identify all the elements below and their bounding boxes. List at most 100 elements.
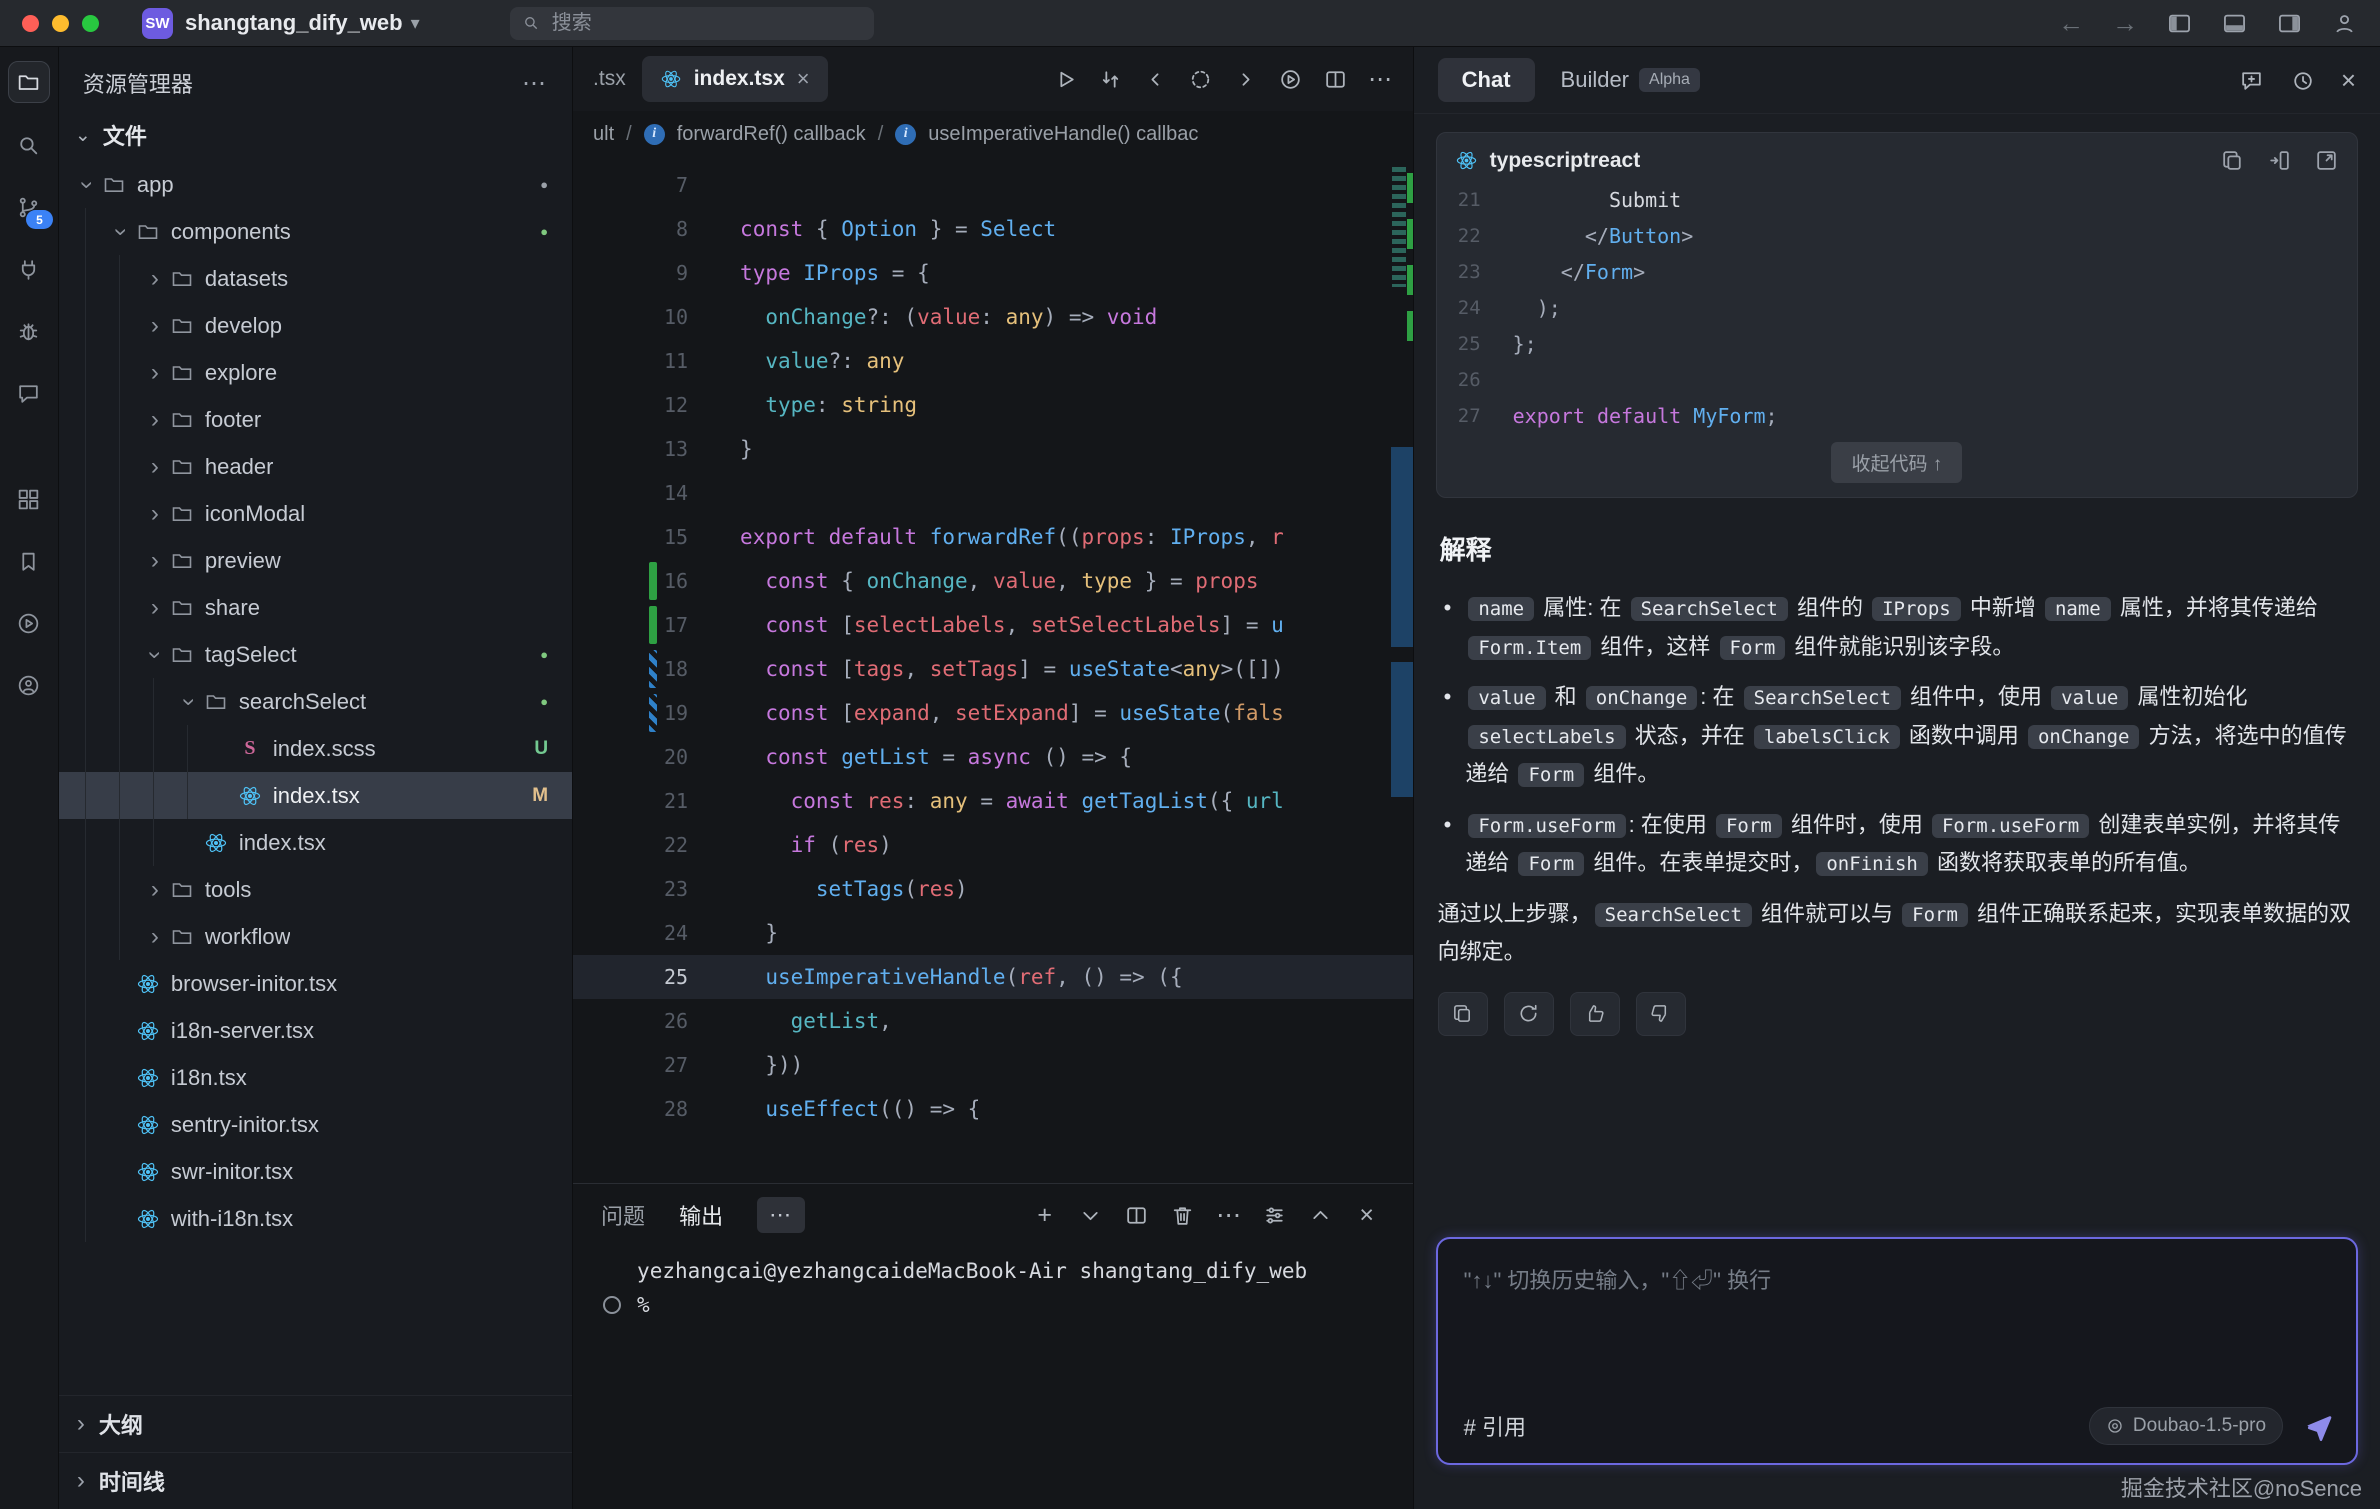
tree-item[interactable]: sentry-initor.tsx bbox=[59, 1101, 572, 1148]
copy-code-icon[interactable] bbox=[2220, 148, 2245, 173]
run-panel-icon[interactable] bbox=[9, 603, 49, 643]
breadcrumb-item[interactable]: ult bbox=[593, 123, 614, 146]
code-line[interactable]: 25}; bbox=[1437, 326, 2357, 362]
code-line[interactable]: 14 bbox=[573, 471, 1413, 515]
copy-message-icon[interactable] bbox=[1438, 992, 1488, 1036]
tab-chat[interactable]: Chat bbox=[1438, 58, 1535, 102]
tree-item[interactable]: ›workflow bbox=[59, 913, 572, 960]
minimize-window-button[interactable] bbox=[52, 15, 69, 32]
tree-item[interactable]: index.tsxM bbox=[59, 772, 572, 819]
send-icon[interactable] bbox=[2303, 1411, 2334, 1442]
close-panel-icon[interactable]: × bbox=[1349, 1197, 1385, 1233]
code-line[interactable]: 8const { Option } = Select bbox=[573, 207, 1413, 251]
source-control-icon[interactable]: 5 bbox=[9, 187, 49, 227]
tab-problems[interactable]: 问题 bbox=[601, 1199, 645, 1231]
new-terminal-icon[interactable]: + bbox=[1027, 1197, 1063, 1233]
code-line[interactable]: 28 useEffect(() => { bbox=[573, 1087, 1413, 1131]
code-line[interactable]: 9type IProps = { bbox=[573, 251, 1413, 295]
open-in-editor-icon[interactable] bbox=[2314, 148, 2339, 173]
code-line[interactable]: 21 const res: any = await getTagList({ u… bbox=[573, 779, 1413, 823]
debug-run-icon[interactable] bbox=[1272, 61, 1309, 98]
forward-icon[interactable]: → bbox=[2112, 8, 2138, 39]
tree-item[interactable]: ›tools bbox=[59, 866, 572, 913]
terminal-picker-chevron-icon[interactable] bbox=[1073, 1197, 1109, 1233]
back-icon[interactable]: ← bbox=[2058, 8, 2084, 39]
run-file-icon[interactable] bbox=[1047, 61, 1084, 98]
project-name[interactable]: shangtang_dify_web bbox=[185, 10, 403, 36]
code-line[interactable]: 20 const getList = async () => { bbox=[573, 735, 1413, 779]
code-line[interactable]: 27export default MyForm; bbox=[1437, 398, 2357, 434]
tab-output[interactable]: 输出 bbox=[679, 1199, 723, 1231]
code-line[interactable]: 21 Submit bbox=[1437, 182, 2357, 218]
insert-code-icon[interactable] bbox=[2267, 148, 2292, 173]
toggle-secondary-sidebar-icon[interactable] bbox=[2276, 10, 2303, 37]
code-line[interactable]: 15export default forwardRef((props: IPro… bbox=[573, 515, 1413, 559]
project-chevron-icon[interactable]: ▾ bbox=[411, 13, 420, 34]
tree-item[interactable]: ›develop bbox=[59, 302, 572, 349]
tree-item[interactable]: ›searchSelect● bbox=[59, 678, 572, 725]
breadcrumb-item[interactable]: forwardRef() callback bbox=[677, 123, 866, 146]
editor-more-icon[interactable]: ⋯ bbox=[1362, 61, 1399, 98]
panel-more-tabs-button[interactable]: ⋯ bbox=[757, 1197, 805, 1233]
tree-item[interactable]: ›app● bbox=[59, 161, 572, 208]
code-line[interactable]: 23 </Form> bbox=[1437, 254, 2357, 290]
account-icon[interactable] bbox=[2331, 10, 2358, 37]
code-line[interactable]: 18 const [tags, setTags] = useState<any>… bbox=[573, 647, 1413, 691]
timeline-section[interactable]: › 时间线 bbox=[59, 1452, 572, 1509]
search-input[interactable] bbox=[550, 11, 862, 36]
copilot-icon[interactable] bbox=[9, 665, 49, 705]
close-window-button[interactable] bbox=[22, 15, 39, 32]
comments-icon[interactable] bbox=[9, 373, 49, 413]
outline-section[interactable]: › 大纲 bbox=[59, 1395, 572, 1452]
tree-item[interactable]: ›share bbox=[59, 584, 572, 631]
tab-builder[interactable]: Builder Alpha bbox=[1561, 67, 1700, 93]
code-line[interactable]: 10 onChange?: (value: any) => void bbox=[573, 295, 1413, 339]
toggle-panel-icon[interactable] bbox=[2221, 10, 2248, 37]
code-line[interactable]: 22 </Button> bbox=[1437, 218, 2357, 254]
tree-item[interactable]: ›explore bbox=[59, 349, 572, 396]
close-assistant-icon[interactable]: × bbox=[2341, 65, 2356, 96]
trash-icon[interactable] bbox=[1165, 1197, 1201, 1233]
search-sidebar-icon[interactable] bbox=[9, 125, 49, 165]
code-line[interactable]: 27 })) bbox=[573, 1043, 1413, 1087]
code-line[interactable]: 26 getList, bbox=[573, 999, 1413, 1043]
debug-icon[interactable] bbox=[9, 311, 49, 351]
maximize-window-button[interactable] bbox=[82, 15, 99, 32]
remote-icon[interactable] bbox=[9, 249, 49, 289]
code-line[interactable]: 17 const [selectLabels, setSelectLabels]… bbox=[573, 603, 1413, 647]
tree-item[interactable]: swr-initor.tsx bbox=[59, 1148, 572, 1195]
split-terminal-icon[interactable] bbox=[1119, 1197, 1155, 1233]
code-line[interactable]: 7 bbox=[573, 163, 1413, 207]
new-chat-icon[interactable] bbox=[2239, 68, 2264, 93]
revert-change-icon[interactable] bbox=[1182, 61, 1219, 98]
reference-button[interactable]: # 引用 bbox=[1464, 1410, 1526, 1442]
tree-item[interactable]: browser-initor.tsx bbox=[59, 960, 572, 1007]
files-section-header[interactable]: ⌄ 文件 bbox=[59, 107, 572, 161]
code-line[interactable]: 16 const { onChange, value, type } = pro… bbox=[573, 559, 1413, 603]
tree-item[interactable]: ›datasets bbox=[59, 255, 572, 302]
open-changes-icon[interactable] bbox=[1092, 61, 1129, 98]
history-icon[interactable] bbox=[2290, 68, 2315, 93]
tree-item[interactable]: ›footer bbox=[59, 396, 572, 443]
model-selector[interactable]: Doubao-1.5-pro bbox=[2089, 1407, 2283, 1445]
panel-more-icon[interactable]: ⋯ bbox=[1211, 1197, 1247, 1233]
code-line[interactable]: 24 ); bbox=[1437, 290, 2357, 326]
code-line[interactable]: 24 } bbox=[573, 911, 1413, 955]
terminal[interactable]: yezhangcai@yezhangcaideMacBook-Air shang… bbox=[573, 1246, 1413, 1509]
tree-item[interactable]: with-i18n.tsx bbox=[59, 1195, 572, 1242]
code-line[interactable]: 12 type: string bbox=[573, 383, 1413, 427]
tree-item[interactable]: ›preview bbox=[59, 537, 572, 584]
tab-index-tsx[interactable]: index.tsx × bbox=[642, 56, 828, 102]
code-line[interactable]: 22 if (res) bbox=[573, 823, 1413, 867]
global-search-box[interactable] bbox=[510, 7, 874, 40]
minimap[interactable] bbox=[1387, 157, 1413, 1183]
tab-partial[interactable]: .tsx bbox=[587, 67, 632, 91]
code-line[interactable]: 23 setTags(res) bbox=[573, 867, 1413, 911]
tree-item[interactable]: i18n.tsx bbox=[59, 1054, 572, 1101]
close-tab-icon[interactable]: × bbox=[797, 66, 810, 92]
tree-item[interactable]: ›iconModal bbox=[59, 490, 572, 537]
filter-icon[interactable] bbox=[1257, 1197, 1293, 1233]
collapse-code-button[interactable]: 收起代码 ↑ bbox=[1831, 442, 1962, 483]
explorer-icon[interactable] bbox=[8, 61, 50, 103]
next-change-icon[interactable] bbox=[1227, 61, 1264, 98]
